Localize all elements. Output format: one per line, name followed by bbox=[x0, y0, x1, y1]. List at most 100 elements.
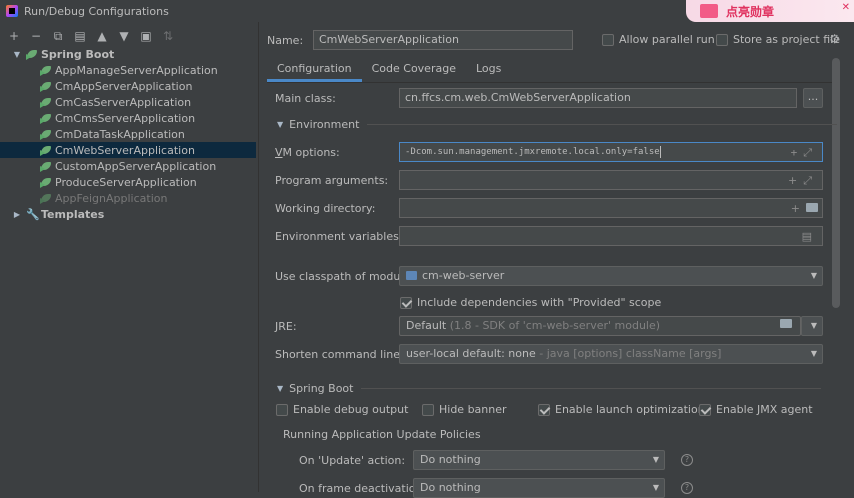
on-update-select[interactable]: Do nothing ▼ bbox=[413, 450, 665, 470]
wrench-icon: 🔧 bbox=[26, 207, 40, 221]
gear-icon[interactable]: ⚙ bbox=[829, 32, 840, 46]
vm-options-text: -Dcom.sun.management.jmxremote.local.onl… bbox=[405, 147, 660, 157]
edit-list-icon[interactable]: ▤ bbox=[802, 230, 818, 243]
tree-node-label: Spring Boot bbox=[41, 47, 115, 61]
tab-logs[interactable]: Logs bbox=[466, 58, 511, 82]
enable-launch-optimization-checkbox[interactable]: Enable launch optimization bbox=[538, 403, 705, 416]
browse-main-class-button[interactable]: ... bbox=[803, 88, 823, 108]
expand-arrow-icon[interactable]: ▼ bbox=[12, 50, 22, 59]
store-as-project-file-checkbox[interactable]: Store as project file bbox=[716, 33, 840, 46]
on-frame-deactivation-value: Do nothing bbox=[420, 481, 481, 494]
spring-boot-run-icon bbox=[40, 112, 52, 124]
sort-icon[interactable]: ⇅ bbox=[162, 29, 174, 43]
collapse-arrow-icon[interactable]: ▼ bbox=[277, 384, 283, 393]
remove-icon[interactable]: − bbox=[30, 29, 42, 43]
collapse-arrow-icon[interactable]: ▼ bbox=[277, 120, 283, 129]
program-arguments-field[interactable]: +⤢ bbox=[399, 170, 823, 190]
chevron-down-icon: ▼ bbox=[810, 349, 817, 358]
spring-boot-run-icon bbox=[40, 176, 52, 188]
name-row: Name: CmWebServerApplication bbox=[267, 30, 573, 50]
environment-section-header[interactable]: ▼ Environment bbox=[277, 118, 838, 131]
help-icon[interactable]: ? bbox=[681, 482, 693, 494]
tree-item-app-manage[interactable]: AppManageServerApplication bbox=[0, 62, 256, 78]
folder-icon[interactable] bbox=[780, 317, 792, 335]
help-icon[interactable]: ? bbox=[681, 454, 693, 466]
tree-item-cm-cms[interactable]: CmCmsServerApplication bbox=[0, 110, 256, 126]
update-policies-title: Running Application Update Policies bbox=[283, 428, 481, 441]
environment-variables-label: Environment variables: bbox=[275, 229, 403, 243]
shorten-hint: - java [options] className [args] bbox=[539, 347, 722, 360]
tree-item-cm-data-task[interactable]: CmDataTaskApplication bbox=[0, 126, 256, 142]
name-label: Name: bbox=[267, 33, 304, 47]
tab-code-coverage[interactable]: Code Coverage bbox=[362, 58, 466, 82]
spring-boot-run-icon bbox=[40, 64, 52, 76]
tree-item-cm-app[interactable]: CmAppServerApplication bbox=[0, 78, 256, 94]
name-field[interactable]: CmWebServerApplication bbox=[313, 30, 573, 50]
section-divider bbox=[367, 124, 838, 125]
save-config-icon[interactable]: ▤ bbox=[74, 29, 86, 43]
main-class-field[interactable]: cn.ffcs.cm.web.CmWebServerApplication bbox=[399, 88, 797, 108]
tree-node-templates[interactable]: ▶ 🔧 Templates bbox=[0, 206, 256, 222]
checkbox-box[interactable] bbox=[400, 296, 412, 309]
move-up-icon[interactable]: ▲ bbox=[96, 29, 108, 43]
shorten-command-line-select[interactable]: user-local default: none - java [options… bbox=[399, 344, 823, 364]
copy-icon[interactable]: ⧉ bbox=[52, 29, 64, 43]
field-actions: +⤢ bbox=[791, 144, 818, 161]
classpath-module-row: Use classpath of module: cm-web-server ▼ bbox=[275, 266, 823, 286]
checkbox-box[interactable] bbox=[716, 33, 728, 46]
close-icon[interactable]: ✕ bbox=[842, 2, 850, 13]
checkbox-label: Enable launch optimization bbox=[555, 403, 705, 416]
on-frame-deactivation-row: On frame deactivation: Do nothing ▼ ? bbox=[299, 478, 693, 498]
environment-variables-field[interactable]: ▤ bbox=[399, 226, 823, 246]
intellij-logo-icon bbox=[6, 5, 18, 17]
spring-boot-run-icon bbox=[40, 160, 52, 172]
expand-icon[interactable]: ⤢ bbox=[803, 174, 818, 187]
allow-parallel-run-checkbox[interactable]: Allow parallel run bbox=[602, 33, 715, 46]
classpath-module-value: cm-web-server bbox=[422, 269, 505, 282]
folder-icon[interactable] bbox=[806, 203, 818, 212]
checkbox-box[interactable] bbox=[699, 403, 711, 416]
enable-debug-output-checkbox[interactable]: Enable debug output bbox=[276, 403, 408, 416]
tree-node-spring-boot[interactable]: ▼ Spring Boot bbox=[0, 46, 256, 62]
tree-item-cm-cas[interactable]: CmCasServerApplication bbox=[0, 94, 256, 110]
checkbox-label: Enable JMX agent bbox=[716, 403, 813, 416]
hide-banner-checkbox[interactable]: Hide banner bbox=[422, 403, 507, 416]
jre-label: JRE: bbox=[275, 319, 297, 333]
section-title: Environment bbox=[289, 118, 360, 131]
collapse-arrow-icon[interactable]: ▶ bbox=[12, 210, 22, 219]
jre-field[interactable]: Default (1.8 - SDK of 'cm-web-server' mo… bbox=[399, 316, 801, 336]
spring-boot-section-header[interactable]: ▼ Spring Boot bbox=[277, 382, 822, 395]
insert-macro-icon[interactable]: + bbox=[791, 146, 804, 159]
checkbox-box[interactable] bbox=[602, 33, 614, 46]
tree-item-produce[interactable]: ProduceServerApplication bbox=[0, 174, 256, 190]
expand-icon[interactable]: ⤢ bbox=[803, 146, 818, 159]
add-icon[interactable]: + bbox=[8, 29, 20, 43]
tree-item-cm-web-selected[interactable]: CmWebServerApplication bbox=[0, 142, 256, 158]
shorten-value: user-local default: none bbox=[406, 347, 536, 360]
classpath-module-label: Use classpath of module: bbox=[275, 269, 414, 283]
working-directory-field[interactable]: + bbox=[399, 198, 823, 218]
tree-item-label: AppFeignApplication bbox=[55, 191, 168, 205]
checkbox-box[interactable] bbox=[422, 403, 434, 416]
vm-options-field[interactable]: -Dcom.sun.management.jmxremote.local.onl… bbox=[399, 142, 823, 162]
environment-variables-row: Environment variables: ▤ bbox=[275, 226, 823, 246]
move-down-icon[interactable]: ▼ bbox=[118, 29, 130, 43]
checkbox-box[interactable] bbox=[538, 403, 550, 416]
insert-macro-icon[interactable]: + bbox=[791, 202, 806, 215]
checkbox-box[interactable] bbox=[276, 403, 288, 416]
new-folder-icon[interactable]: ▣ bbox=[140, 29, 152, 43]
classpath-module-select[interactable]: cm-web-server ▼ bbox=[399, 266, 823, 286]
on-frame-deactivation-select[interactable]: Do nothing ▼ bbox=[413, 478, 665, 498]
scrollbar-thumb[interactable] bbox=[832, 58, 840, 308]
enable-jmx-agent-checkbox[interactable]: Enable JMX agent bbox=[699, 403, 813, 416]
insert-macro-icon[interactable]: + bbox=[788, 174, 803, 187]
spring-boot-icon bbox=[26, 48, 38, 60]
config-tree: ▼ Spring Boot AppManageServerApplication… bbox=[0, 46, 256, 222]
promo-banner[interactable]: 点亮勋章 ✕ bbox=[686, 0, 854, 22]
include-provided-checkbox[interactable]: Include dependencies with "Provided" sco… bbox=[400, 296, 661, 309]
tree-item-app-feign[interactable]: AppFeignApplication bbox=[0, 190, 256, 206]
jre-dropdown-button[interactable]: ▼ bbox=[801, 316, 823, 336]
tab-configuration[interactable]: Configuration bbox=[267, 58, 362, 82]
checkbox-label: Store as project file bbox=[733, 33, 840, 46]
tree-item-custom-app[interactable]: CustomAppServerApplication bbox=[0, 158, 256, 174]
